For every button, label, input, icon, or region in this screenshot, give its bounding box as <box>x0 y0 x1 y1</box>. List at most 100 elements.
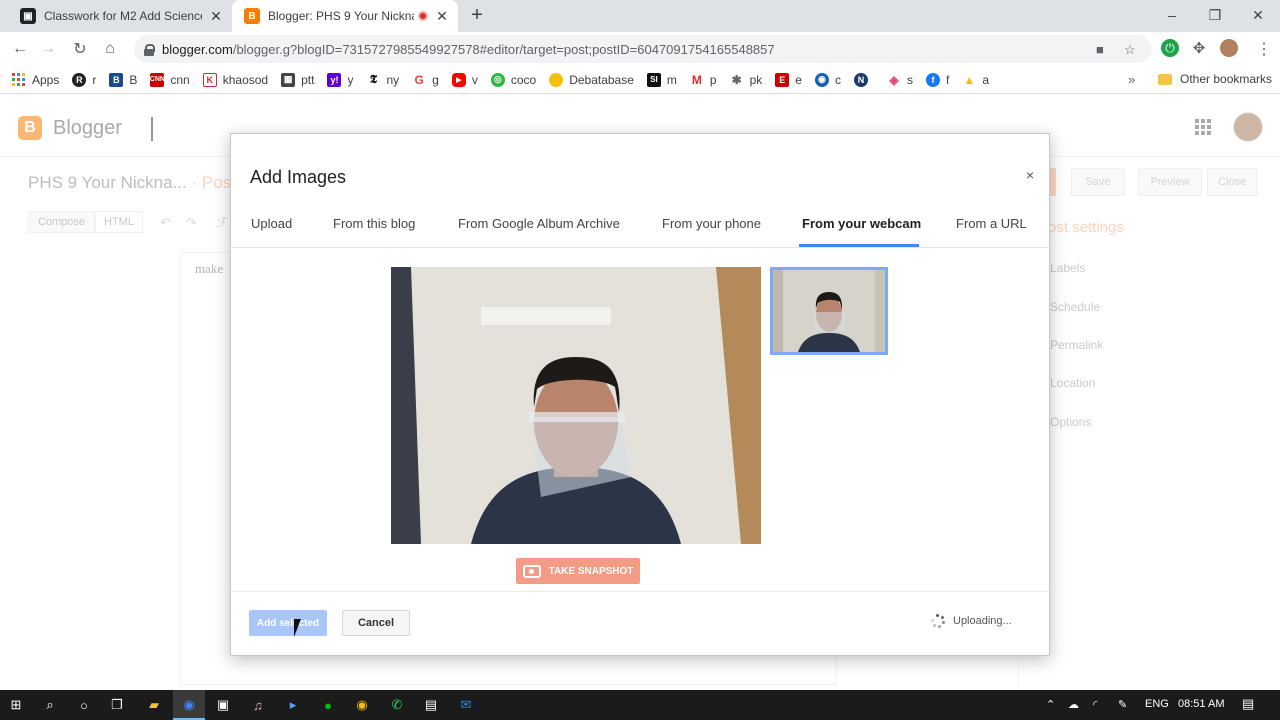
cancel-button[interactable]: Cancel <box>342 610 410 636</box>
add-selected-button[interactable]: Add selected <box>249 610 327 636</box>
restore-button[interactable]: ❐ <box>1193 0 1237 30</box>
reload-icon[interactable]: ↻ <box>68 37 92 61</box>
bookmark-label: Debatabase <box>569 72 634 87</box>
windows-start-icon[interactable]: ⊞ <box>6 695 26 715</box>
debatabase-icon <box>549 72 564 87</box>
bookmark-yahoo[interactable]: y! y <box>327 72 353 87</box>
bookmark-ptt[interactable]: ▦ ptt <box>281 72 315 87</box>
close-tab-icon[interactable]: ✕ <box>434 8 450 24</box>
google-icon: G <box>412 72 427 87</box>
tab-from-a-url[interactable]: From a URL <box>956 216 1027 231</box>
wifi-icon[interactable]: ◜ <box>1093 698 1097 711</box>
bookmark-pk[interactable]: ✱ pk <box>729 72 762 87</box>
dialog-close-icon[interactable]: × <box>1026 167 1034 183</box>
chrome-icon[interactable]: ◉ <box>179 695 199 715</box>
pen-icon[interactable]: ✎ <box>1118 698 1127 711</box>
bookmark-coco[interactable]: ◎ coco <box>490 72 536 87</box>
mail-icon[interactable]: ✉ <box>456 695 476 715</box>
camera-icon <box>522 564 541 578</box>
task-view-icon[interactable]: ❐ <box>107 695 127 715</box>
search-icon[interactable]: ⌕ <box>40 695 60 715</box>
apps-grid-icon <box>12 73 25 86</box>
address-bar[interactable]: blogger.com/blogger.g?blogID=73157279855… <box>134 35 1152 63</box>
bookmark-label: v <box>471 72 478 87</box>
bookmark-label: cnn <box>170 72 190 87</box>
chrome-canary-icon[interactable]: ◉ <box>352 695 372 715</box>
tray-chevron-icon[interactable]: ⌃ <box>1046 698 1055 711</box>
onedrive-icon[interactable]: ☁ <box>1068 698 1079 711</box>
minimize-button[interactable]: – <box>1150 0 1194 30</box>
bookmark-nyt[interactable]: 𝕿ny <box>366 72 399 87</box>
extension-green-icon[interactable]: ⏻ <box>1161 39 1179 57</box>
line-icon[interactable]: ● <box>318 695 338 715</box>
bookmark-star-icon[interactable]: ☆ <box>1124 42 1136 58</box>
bookmark-label: ptt <box>301 72 315 87</box>
tab-strip: ▣ Classwork for M2 Add Science 19 ✕ B Bl… <box>0 0 1280 32</box>
bookmark-label: e <box>795 72 802 87</box>
windows-taskbar: ⊞ ⌕ ○ ❐ ▰ ◉ ▣ ♫ ▸ ● ◉ ✆ ▤ ✉ ⌃ ☁ ◜ ✎ ENG … <box>0 690 1280 720</box>
bookmark-gmail[interactable]: Mp <box>689 72 717 87</box>
bookmarks-bar: Apps Rr BB CNN cnn Kkhaosod ▦ ptt y! y 𝕿ny … <box>0 66 1280 94</box>
dialog-tabs: Upload From this blog From Google Album … <box>231 206 1049 248</box>
home-icon[interactable]: ⌂ <box>98 37 122 61</box>
tab-from-your-webcam[interactable]: From your webcam <box>802 216 921 231</box>
ads-icon: ▲ <box>962 72 977 87</box>
back-icon[interactable]: ← <box>8 37 32 61</box>
extensions-puzzle-icon[interactable]: ✥ <box>1190 39 1208 57</box>
bookmark-facebook[interactable]: ff <box>925 72 949 87</box>
clock[interactable]: 08:51 AM <box>1178 698 1224 710</box>
video-editor-icon[interactable]: ▸ <box>283 695 303 715</box>
mouse-pointer-icon <box>294 619 308 637</box>
bookmark-espn[interactable]: Ee <box>775 72 802 87</box>
yahoo-icon: y! <box>327 72 342 87</box>
bookmark-c[interactable]: ◉ c <box>814 72 841 87</box>
browser-tab-blogger[interactable]: B Blogger: PHS 9 Your Nicknam ✕ <box>232 0 458 32</box>
itunes-icon[interactable]: ♫ <box>248 695 268 715</box>
bookmark-apps[interactable]: Apps <box>12 73 59 87</box>
bookmark-khaosod[interactable]: Kkhaosod <box>202 72 269 87</box>
notifications-icon[interactable]: ▤ <box>1242 696 1254 712</box>
close-tab-icon[interactable]: ✕ <box>208 8 224 24</box>
snapshot-thumbnail[interactable] <box>770 267 888 355</box>
file-explorer-icon[interactable]: ▰ <box>144 695 164 715</box>
forward-icon[interactable]: → <box>36 37 60 61</box>
bookmark-r[interactable]: Rr <box>72 72 96 87</box>
url-host: blogger.com <box>162 41 233 57</box>
chrome-menu-icon[interactable]: ⋮ <box>1256 39 1272 59</box>
loading-spinner-icon <box>931 614 945 628</box>
camera-in-use-icon[interactable]: ■ <box>1096 42 1104 57</box>
bookmark-ads[interactable]: ▲ a <box>962 72 989 87</box>
language-indicator[interactable]: ENG <box>1145 698 1169 710</box>
new-tab-button[interactable]: + <box>466 4 488 26</box>
whatsapp-icon[interactable]: ✆ <box>387 695 407 715</box>
bookmark-n[interactable]: N <box>853 72 874 87</box>
folder-icon <box>1158 73 1172 85</box>
bookmark-cnn[interactable]: CNN cnn <box>150 72 190 87</box>
tab-upload[interactable]: Upload <box>251 216 292 231</box>
gmail-icon: M <box>689 72 704 87</box>
window-close-button[interactable]: ✕ <box>1236 0 1280 30</box>
other-bookmarks[interactable]: Other bookmarks <box>1158 72 1272 86</box>
url-path: /blogger.g?blogID=7315727985549927578#ed… <box>232 41 775 57</box>
browser-tab-classwork[interactable]: ▣ Classwork for M2 Add Science 19 ✕ <box>8 0 232 32</box>
bookmark-b[interactable]: BB <box>109 72 138 87</box>
r-icon: R <box>72 72 87 87</box>
bookmark-label: khaosod <box>222 72 269 87</box>
bookmark-si[interactable]: SI m <box>646 72 677 87</box>
bookmark-google[interactable]: Gg <box>412 72 439 87</box>
store-icon[interactable]: ▣ <box>213 695 233 715</box>
cnn-icon: CNN <box>150 72 165 87</box>
bookmarks-more-icon[interactable]: » <box>1128 72 1135 87</box>
k-icon: K <box>202 72 217 87</box>
take-snapshot-button[interactable]: TAKE SNAPSHOT <box>516 558 640 584</box>
terminal-icon[interactable]: ▤ <box>421 695 441 715</box>
tab-google-album-archive[interactable]: From Google Album Archive <box>458 216 620 231</box>
tab-from-your-phone[interactable]: From your phone <box>662 216 761 231</box>
bookmark-youtube[interactable]: ▶ v <box>451 72 478 87</box>
bookmark-debatabase[interactable]: Debatabase <box>549 72 634 87</box>
bookmark-label: B <box>129 72 138 87</box>
cortana-icon[interactable]: ○ <box>74 695 94 715</box>
profile-avatar-icon[interactable] <box>1220 39 1238 57</box>
tab-from-this-blog[interactable]: From this blog <box>333 216 415 231</box>
bookmark-s[interactable]: ◈ s <box>886 72 913 87</box>
